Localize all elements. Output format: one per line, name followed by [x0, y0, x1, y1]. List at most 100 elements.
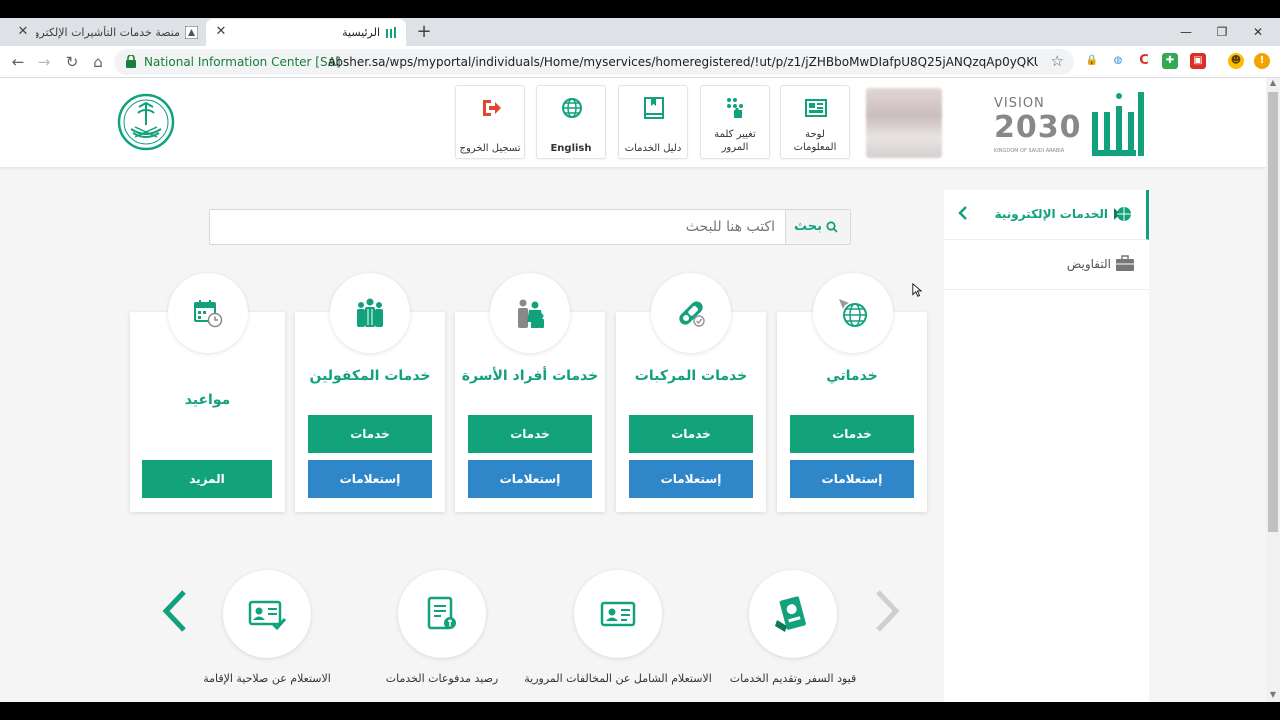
sidebar: الخدمات الإلكترونية التفاويض [944, 190, 1149, 702]
tab-home[interactable]: الرئيسية ✕ [206, 19, 406, 46]
carousel-next-arrow-icon[interactable] [870, 586, 904, 636]
vision-2030-logo: VISION 2030 KINGDOM OF SAUDI ARABIA [994, 96, 1086, 158]
services-guide-button[interactable]: دليل الخدمات [618, 85, 688, 159]
card-title: خدماتي [826, 368, 878, 384]
my-services-button[interactable]: خدمات [790, 415, 914, 453]
english-label: English [550, 143, 592, 154]
quick-link-label[interactable]: الاستعلام الشامل عن المخالفات المرورية [518, 672, 718, 686]
search-icon [826, 221, 838, 233]
top-border [0, 0, 1280, 18]
quick-link-label[interactable]: قيود السفر وتقديم الخدمات [693, 672, 893, 686]
logout-label: تسجيل الخروج [459, 143, 521, 154]
bottom-border [0, 702, 1280, 720]
vision-year: 2030 [994, 110, 1082, 145]
card-icon-circle [651, 273, 731, 353]
absher-logo[interactable] [1090, 86, 1146, 160]
family-icon [518, 299, 544, 328]
tab-close-icon[interactable]: ✕ [214, 25, 228, 39]
absher-favicon-icon [386, 27, 396, 38]
extension-green-icon[interactable]: ✚ [1162, 53, 1178, 69]
sidebar-item-delegations[interactable]: التفاويض [944, 240, 1149, 290]
tab-bar: منصة خدمات التأشيرات الإلكترونية ✕ الرئي… [0, 18, 1280, 46]
emblem-favicon-icon [185, 26, 198, 39]
scrollbar-thumb[interactable] [1268, 92, 1278, 532]
residency-check-icon [248, 600, 287, 631]
card-title: خدمات أفراد الأسرة [461, 368, 599, 384]
forward-button[interactable]: → [34, 52, 54, 72]
search-bar: بحث [209, 209, 851, 245]
reload-button[interactable]: ↻ [62, 52, 82, 72]
extension-c-icon[interactable]: C [1136, 53, 1152, 69]
sidebar-item-label: الخدمات الإلكترونية [994, 207, 1108, 221]
services-guide-label: دليل الخدمات [624, 143, 682, 154]
bookmark-star-icon[interactable]: ☆ [1051, 52, 1064, 70]
quick-link-travel-restrictions[interactable] [749, 570, 837, 658]
quick-link-traffic-violations[interactable] [574, 570, 662, 658]
extension-alert-icon[interactable]: ! [1254, 53, 1270, 69]
card-icon-circle [330, 273, 410, 353]
dashboard-icon [805, 99, 827, 117]
vision-word: VISION [994, 96, 1045, 111]
scroll-down-arrow-icon[interactable]: ▼ [1266, 690, 1280, 702]
vehicle-icon [679, 301, 705, 327]
family-services-button[interactable]: خدمات [468, 415, 592, 453]
scroll-up-arrow-icon[interactable]: ▲ [1266, 78, 1280, 90]
quick-link-residency-validity[interactable] [223, 570, 311, 658]
vehicle-inquiries-button[interactable]: إستعلامات [629, 460, 753, 498]
chevron-left-icon[interactable] [956, 202, 970, 224]
mouse-cursor-icon [912, 283, 922, 297]
extension-red-icon[interactable]: ▣ [1190, 53, 1206, 69]
my-inquiries-button[interactable]: إستعلامات [790, 460, 914, 498]
sponsored-services-button[interactable]: خدمات [308, 415, 432, 453]
tab-visa-platform[interactable]: منصة خدمات التأشيرات الإلكترونية ✕ [8, 19, 206, 46]
card-title: خدمات المكفولين [309, 368, 431, 384]
id-card-icon [600, 601, 636, 627]
extension-emoji-icon[interactable]: ☻ [1228, 53, 1244, 69]
english-button[interactable]: English [536, 85, 606, 159]
logout-icon [483, 100, 501, 116]
eservices-icon [1114, 207, 1131, 221]
briefcase-icon [1116, 255, 1134, 271]
carousel-prev-arrow-icon[interactable] [158, 586, 192, 636]
vision-subtitle: KINGDOM OF SAUDI ARABIA [994, 148, 1065, 154]
vertical-scrollbar[interactable]: ▲ ▼ [1266, 78, 1280, 702]
card-icon-circle [813, 273, 893, 353]
back-button[interactable]: ← [8, 52, 28, 72]
search-input[interactable] [210, 210, 785, 244]
card-icon-circle [490, 273, 570, 353]
logout-button[interactable]: تسجيل الخروج [455, 85, 525, 159]
quick-link-label[interactable]: الاستعلام عن صلاحية الإقامة [167, 672, 367, 686]
calendar-icon [194, 300, 223, 328]
dashboard-label: لوحة المعلومات [793, 129, 837, 153]
home-button[interactable]: ⌂ [88, 52, 108, 72]
quick-link-payments-balance[interactable] [398, 570, 486, 658]
address-bar[interactable]: National Information Center [SA] absher.… [114, 49, 1074, 75]
sponsored-inquiries-button[interactable]: إستعلامات [308, 460, 432, 498]
close-window-button[interactable]: ✕ [1236, 20, 1280, 44]
change-password-label: تغيير كلمة المرور [714, 129, 756, 153]
tab-title: الرئيسية [342, 26, 380, 39]
family-inquiries-button[interactable]: إستعلامات [468, 460, 592, 498]
search-button[interactable]: بحث [785, 210, 850, 244]
extension-lock-icon[interactable]: 🔒 [1084, 53, 1100, 69]
card-icon-circle [168, 273, 248, 353]
vehicle-services-button[interactable]: خدمات [629, 415, 753, 453]
extension-drop-icon[interactable]: ◍ [1110, 53, 1126, 69]
passport-icon [775, 596, 806, 632]
new-tab-button[interactable]: + [414, 22, 434, 42]
lock-icon [126, 55, 136, 68]
url-text[interactable]: absher.sa/wps/myportal/individuals/Home/… [328, 55, 1038, 69]
appointments-more-button[interactable]: المزيد [142, 460, 272, 498]
tab-title: منصة خدمات التأشيرات الإلكترونية [36, 26, 180, 39]
dashboard-button[interactable]: لوحة المعلومات [780, 85, 850, 159]
card-title: مواعيد [184, 392, 231, 408]
card-title: خدمات المركبات [634, 368, 748, 384]
certificate-label[interactable]: National Information Center [SA] [144, 55, 341, 69]
book-icon [644, 97, 664, 119]
quick-link-label[interactable]: رصيد مدفوعات الخدمات [342, 672, 542, 686]
sidebar-item-eservices[interactable]: الخدمات الإلكترونية [944, 190, 1149, 240]
tab-close-icon[interactable]: ✕ [16, 25, 30, 39]
sidebar-item-label: التفاويض [1066, 257, 1111, 271]
change-password-button[interactable]: تغيير كلمة المرور [700, 85, 770, 159]
page: VISION 2030 KINGDOM OF SAUDI ARABIA لوحة… [0, 78, 1266, 702]
